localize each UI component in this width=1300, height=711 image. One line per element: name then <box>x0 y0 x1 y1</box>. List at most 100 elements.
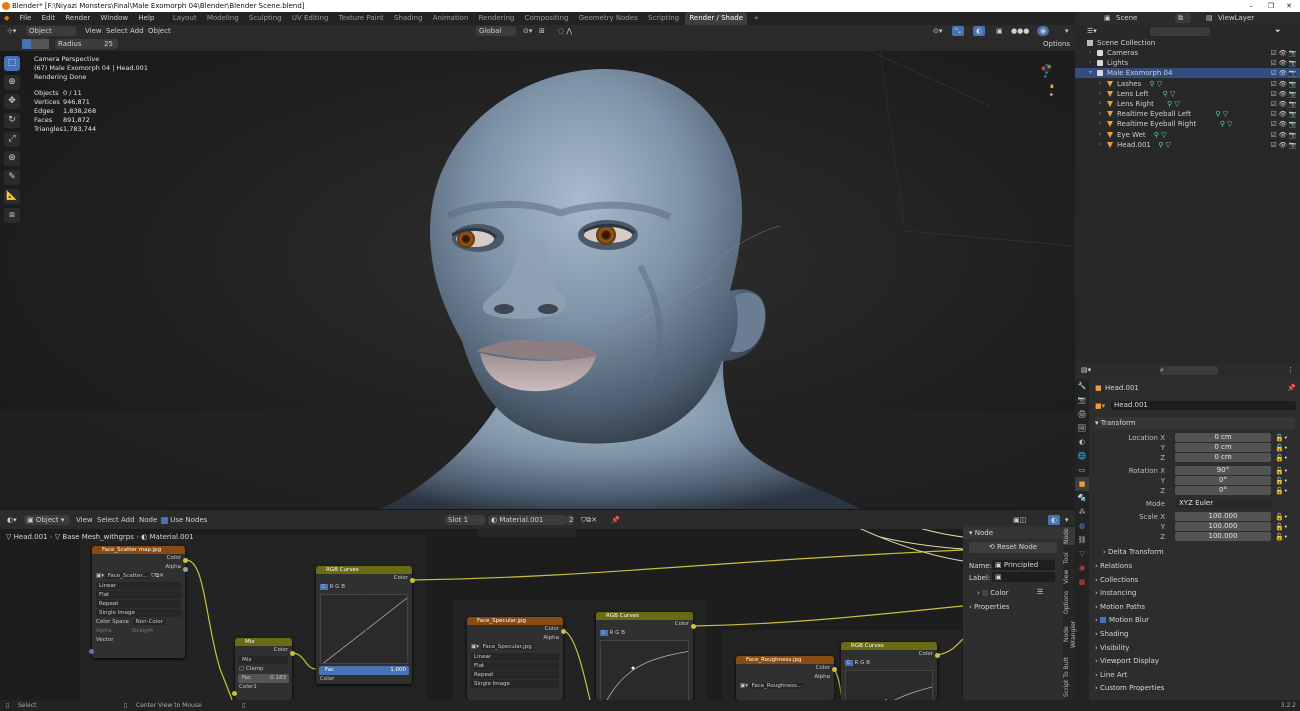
scene-tab-icon[interactable]: ◐ <box>1075 435 1089 449</box>
output-socket[interactable] <box>290 651 295 656</box>
material-tab-icon[interactable]: ◉ <box>1075 561 1089 575</box>
minimize-button[interactable]: – <box>1242 0 1260 12</box>
world-tab-icon[interactable]: 🌐 <box>1075 449 1089 463</box>
rotation-y-field[interactable]: 0° <box>1175 476 1271 485</box>
properties-section[interactable]: › Shading <box>1095 628 1295 640</box>
cursor-tool-icon[interactable]: ⊕ <box>4 75 20 90</box>
outliner-row[interactable]: › Head.001 ⚲ ▽ ☑ 👁 📷 <box>1075 140 1300 150</box>
view-menu[interactable]: View <box>82 26 105 36</box>
menu-render[interactable]: Render <box>61 12 94 25</box>
node-view-menu[interactable]: View <box>73 515 96 525</box>
blend-mode-dropdown[interactable]: Mix <box>239 656 288 664</box>
material-dropdown[interactable]: ◐ Material.001 <box>488 515 566 525</box>
expand-toggle-icon[interactable]: › <box>1099 130 1101 140</box>
editor-type-icon[interactable]: ⊹▾ <box>4 26 19 36</box>
input-socket[interactable] <box>232 691 237 696</box>
shading-solid-icon[interactable]: ●●● <box>1008 26 1032 36</box>
curve-channel-buttons[interactable]: C R G B <box>316 583 412 592</box>
interpolation-dropdown[interactable]: Linear <box>471 653 559 661</box>
tab-geometry-nodes[interactable]: Geometry Nodes <box>575 12 642 25</box>
visibility-toggles-icon[interactable]: ☑ 👁 📷 <box>1271 79 1297 89</box>
texture-tab-icon[interactable]: ▦ <box>1075 575 1089 589</box>
interpolation-dropdown[interactable]: Linear <box>96 582 181 590</box>
visibility-toggles-icon[interactable]: ☑ 👁 📷 <box>1271 130 1297 140</box>
properties-section[interactable]: › Viewport Display <box>1095 655 1295 667</box>
extension-dropdown[interactable]: Repeat <box>471 671 559 679</box>
material-users-count[interactable]: 2 <box>566 515 574 525</box>
properties-section[interactable]: › Relations <box>1095 560 1295 572</box>
rotation-z-field[interactable]: 0° <box>1175 486 1271 495</box>
select-mode-subtract-icon[interactable] <box>40 39 49 49</box>
color-space-row[interactable]: Color Space Non-Color <box>92 618 185 627</box>
menu-edit[interactable]: Edit <box>38 12 60 25</box>
pin-icon[interactable]: 📌 <box>1287 383 1296 393</box>
tab-render-shade[interactable]: Render / Shade <box>685 12 748 25</box>
node-label-field[interactable]: ▣ <box>992 572 1055 582</box>
rgb-curves-node-3[interactable]: RGB Curves Color C R G B <box>841 642 937 700</box>
transform-tool-icon[interactable]: ⊛ <box>4 151 20 166</box>
properties-section[interactable]: › Visibility <box>1095 642 1295 654</box>
outliner-row[interactable]: › Lashes ⚲ ▽ ☑ 👁 📷 <box>1075 79 1300 89</box>
xray-icon[interactable]: ▣ <box>993 26 1006 36</box>
image-texture-node-roughness[interactable]: Face_Roughness.jpg Color Alpha ▣▾ Face_R… <box>736 656 834 700</box>
image-texture-node-specular[interactable]: Face_Specular.jpg Color Alpha ▣▾ Face_Sp… <box>467 617 563 700</box>
outliner-search-input[interactable] <box>1150 27 1210 36</box>
y-axis-handle[interactable] <box>1047 64 1051 69</box>
location-y-field[interactable]: 0 cm <box>1175 443 1271 452</box>
node-panel-header[interactable]: ▾ Node <box>963 527 1063 539</box>
lock-icon[interactable]: 🔓• <box>1275 522 1288 532</box>
reset-node-button[interactable]: ⟲ Reset Node <box>969 542 1057 553</box>
sidebar-tab-options[interactable]: Options <box>1063 589 1075 615</box>
sidebar-tab-node-wrangler[interactable]: Node Wrangler <box>1063 616 1077 652</box>
color-list-icon[interactable]: ☰ <box>1037 588 1043 596</box>
transform-section[interactable]: ▾ Transform <box>1095 417 1295 429</box>
tab-rendering[interactable]: Rendering <box>475 12 519 25</box>
zoom-hand-icon[interactable]: ✋ <box>1050 83 1055 88</box>
blender-menu-icon[interactable]: ◆ <box>0 12 13 25</box>
camera-view-icon[interactable]: ◉ <box>1050 91 1054 96</box>
menu-help[interactable]: Help <box>134 12 158 25</box>
location-x-field[interactable]: 0 cm <box>1175 433 1271 442</box>
mix-node[interactable]: Mix Color Mix ▢ Clamp Fac 0.183 Color1 <box>235 638 292 700</box>
scale-tool-icon[interactable]: ⤢ <box>4 132 20 147</box>
visibility-toggles-icon[interactable]: ☑ 👁 📷 <box>1271 109 1297 119</box>
add-workspace-button[interactable]: + <box>749 12 763 25</box>
input-socket[interactable] <box>89 649 94 654</box>
node-name-field[interactable]: ▣ Principled BSDF <box>992 560 1055 579</box>
annotate-tool-icon[interactable]: ✎ <box>4 170 20 185</box>
source-dropdown[interactable]: Single Image <box>471 680 559 688</box>
modifier-mesh-data-icon[interactable]: ⚲ ▽ <box>1158 140 1171 150</box>
output-socket[interactable] <box>935 653 940 658</box>
material-pin-icon[interactable]: 📌 <box>608 515 623 525</box>
node-overlay-dropdown-icon[interactable]: ▾ <box>1062 515 1072 525</box>
image-texture-node-scatter[interactable]: Face_Scatter map.jpg Color Alpha ▣▾ Face… <box>92 546 185 658</box>
view-layer-tab-icon[interactable]: 🖼 <box>1075 421 1089 435</box>
overlay-toggle-icon[interactable]: ◐ <box>973 26 986 36</box>
tab-layout[interactable]: Layout <box>169 12 201 25</box>
curve-graph[interactable] <box>845 670 933 700</box>
scale-z-field[interactable]: 100.000 <box>1175 532 1271 541</box>
outliner-row[interactable]: › Lights ☑ 👁 📷 <box>1075 58 1300 68</box>
3d-viewport[interactable] <box>0 51 1075 509</box>
move-tool-icon[interactable]: ✥ <box>4 94 20 109</box>
x-axis-handle[interactable] <box>1041 66 1046 71</box>
add-menu[interactable]: Add <box>127 26 147 36</box>
tab-scripting[interactable]: Scripting <box>644 12 683 25</box>
mode-dropdown[interactable]: Object Mode <box>26 26 76 45</box>
output-socket[interactable] <box>561 629 566 634</box>
properties-section[interactable]: › Collections <box>1095 574 1295 586</box>
gizmo-toggle-icon[interactable]: ⤡ <box>952 26 964 36</box>
output-socket[interactable] <box>832 667 837 672</box>
object-menu[interactable]: Object <box>145 26 174 36</box>
extension-dropdown[interactable]: Repeat <box>96 600 181 608</box>
visibility-toggles-icon[interactable]: ☑ 👁 📷 <box>1271 89 1297 99</box>
output-tab-icon[interactable]: 🖨 <box>1075 407 1089 421</box>
modifier-mesh-data-icon[interactable]: ⚲ ▽ <box>1167 99 1180 109</box>
neg-z-handle[interactable] <box>1045 71 1048 75</box>
slot-dropdown[interactable]: Slot 1 <box>445 515 485 525</box>
output-socket[interactable] <box>183 558 188 563</box>
properties-search-input[interactable]: ⌕ <box>1160 366 1218 375</box>
expand-toggle-icon[interactable]: › <box>1099 79 1101 89</box>
menu-file[interactable]: File <box>16 12 36 25</box>
z-axis-handle[interactable] <box>1045 63 1048 66</box>
